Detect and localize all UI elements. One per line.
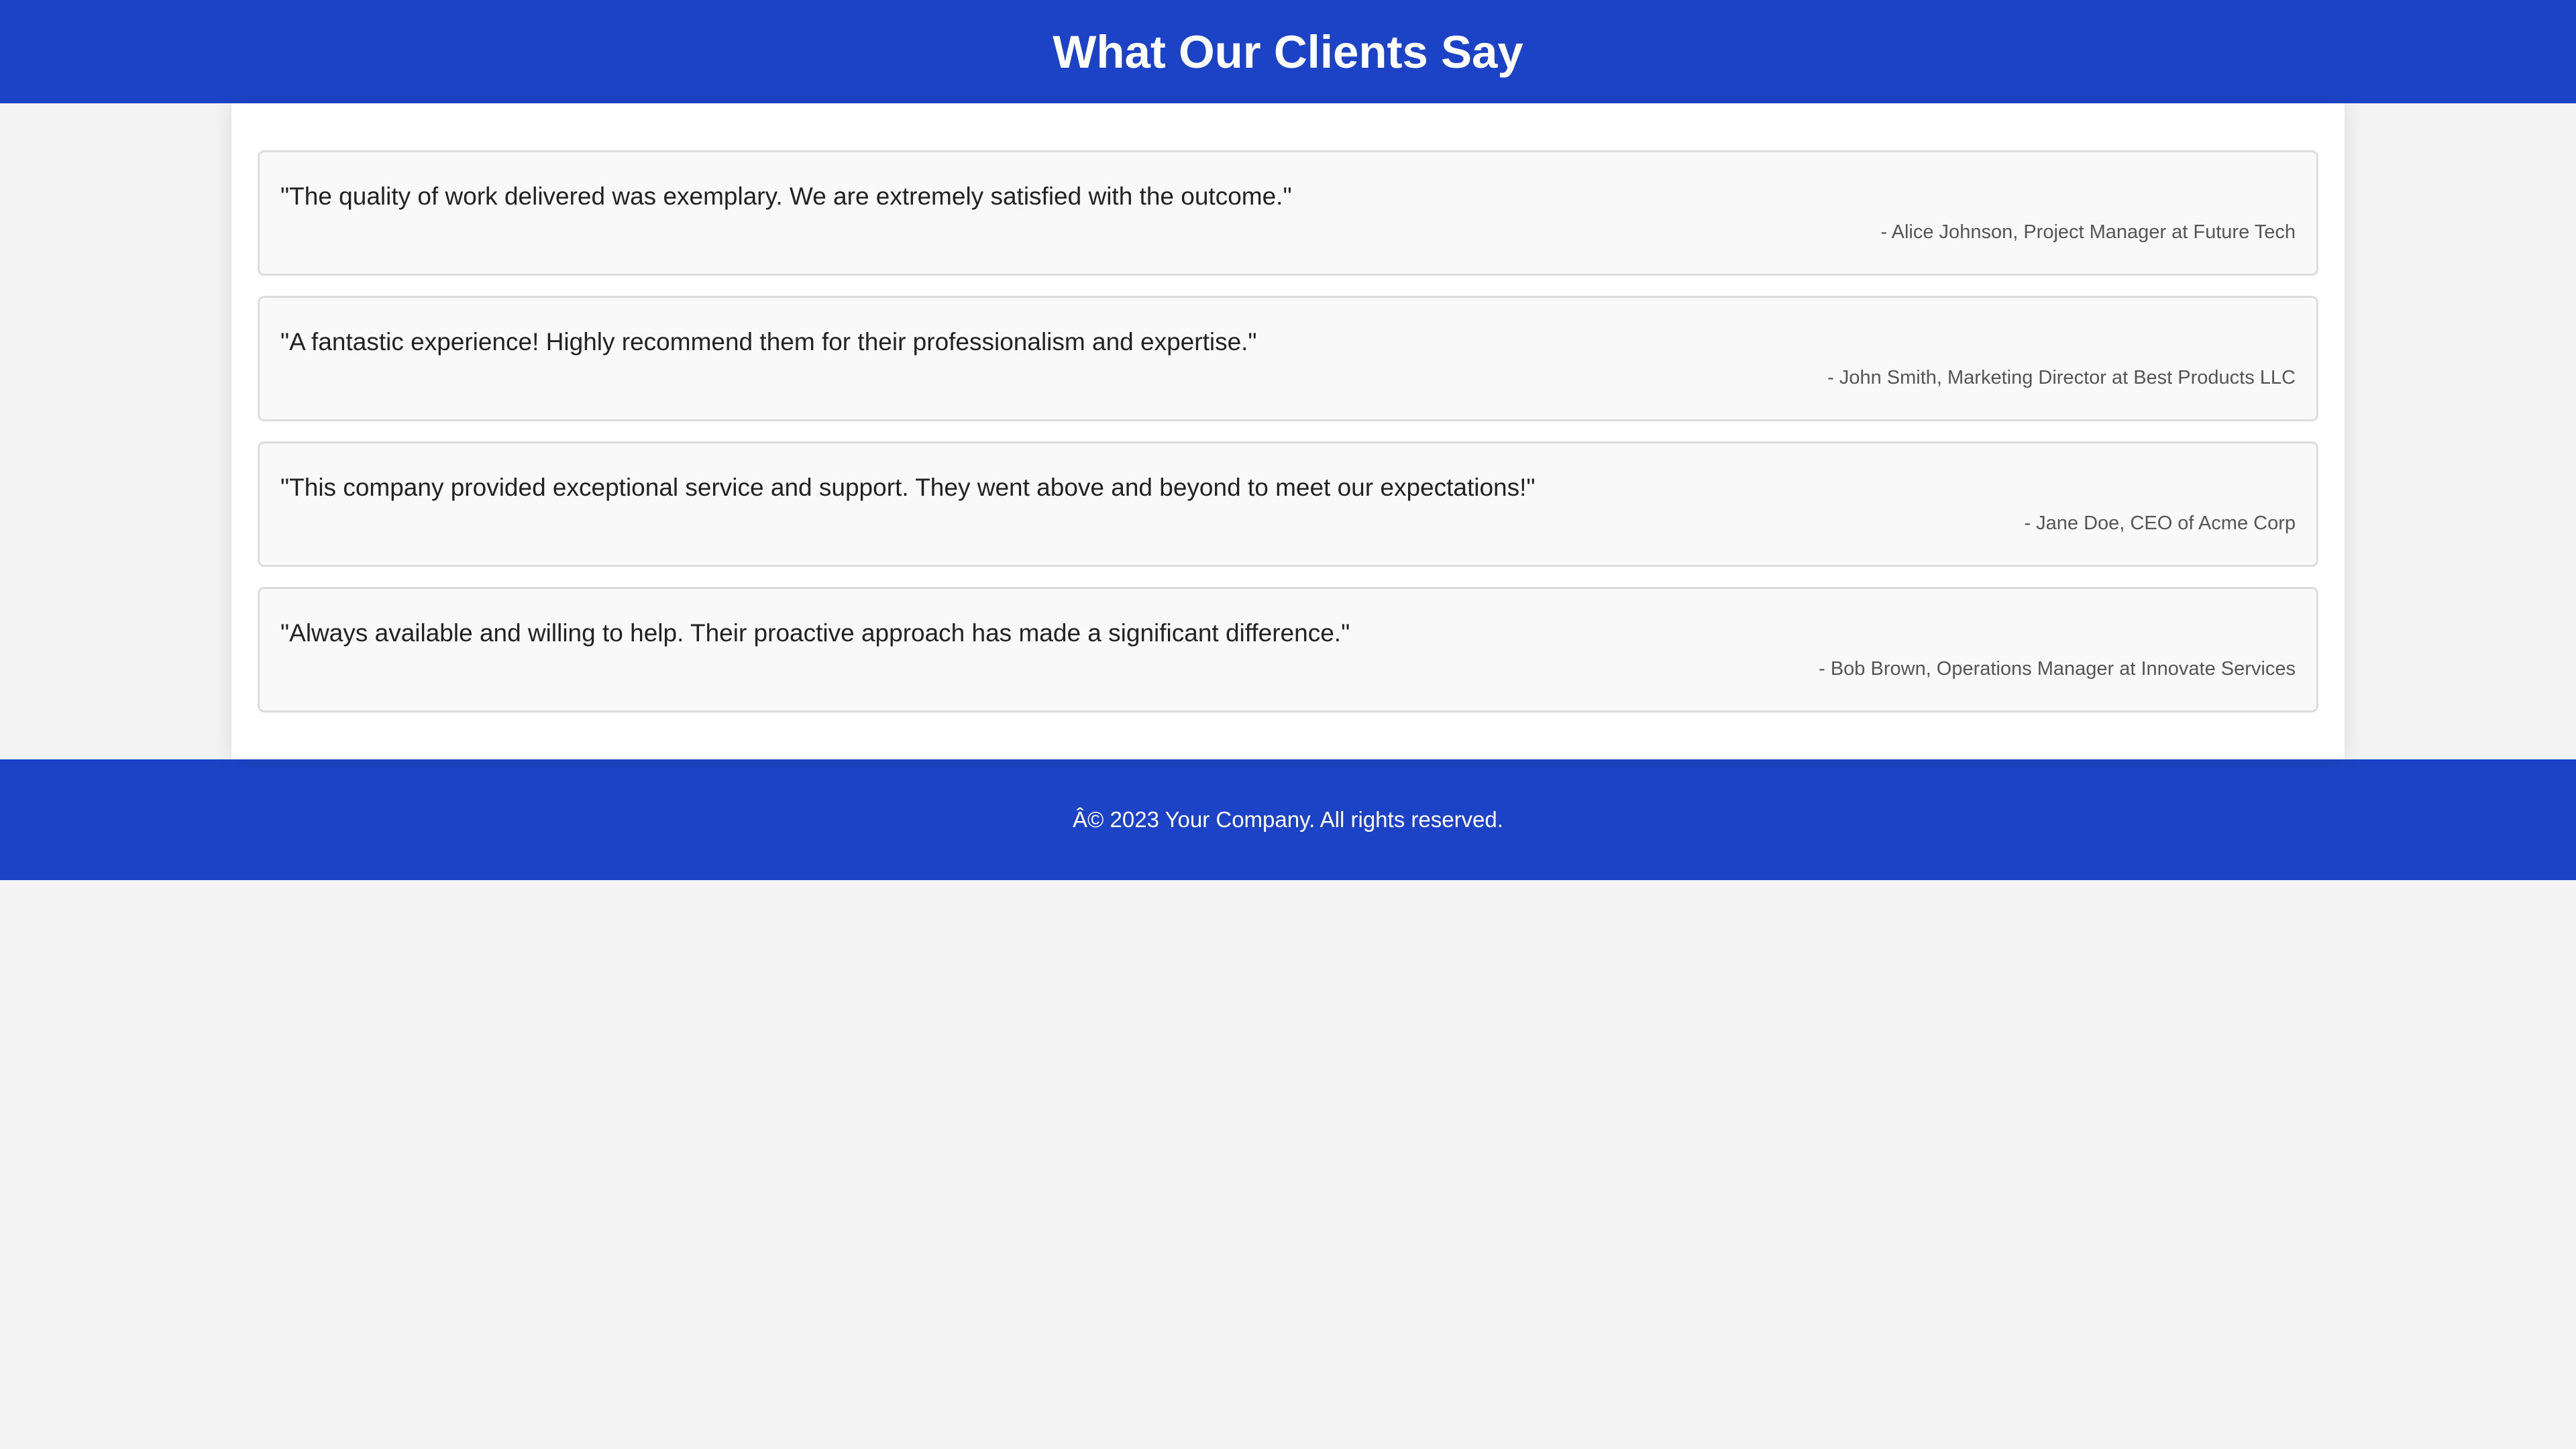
testimonial-author: - Alice Johnson, Project Manager at Futu…: [1880, 221, 2296, 244]
testimonial-card: "This company provided exceptional servi…: [258, 441, 2318, 567]
testimonial-quote: "Always available and willing to help. T…: [280, 619, 1350, 647]
testimonial-card: "The quality of work delivered was exemp…: [258, 150, 2318, 276]
testimonial-author: - Bob Brown, Operations Manager at Innov…: [1819, 658, 2296, 680]
testimonial-author: - John Smith, Marketing Director at Best…: [1827, 367, 2296, 389]
copyright-text: Â© 2023 Your Company. All rights reserve…: [1073, 807, 1503, 832]
site-header: What Our Clients Say: [0, 0, 2576, 103]
page-title: What Our Clients Say: [1053, 25, 1523, 78]
testimonial-card: "A fantastic experience! Highly recommen…: [258, 296, 2318, 421]
testimonial-quote: "The quality of work delivered was exemp…: [280, 182, 1292, 210]
testimonial-card: "Always available and willing to help. T…: [258, 587, 2318, 712]
testimonial-quote: "This company provided exceptional servi…: [280, 474, 1536, 501]
site-footer: Â© 2023 Your Company. All rights reserve…: [0, 759, 2576, 880]
testimonial-author: - Jane Doe, CEO of Acme Corp: [2024, 513, 2296, 535]
testimonial-quote: "A fantastic experience! Highly recommen…: [280, 328, 1257, 356]
testimonials-container: "The quality of work delivered was exemp…: [231, 103, 2345, 759]
